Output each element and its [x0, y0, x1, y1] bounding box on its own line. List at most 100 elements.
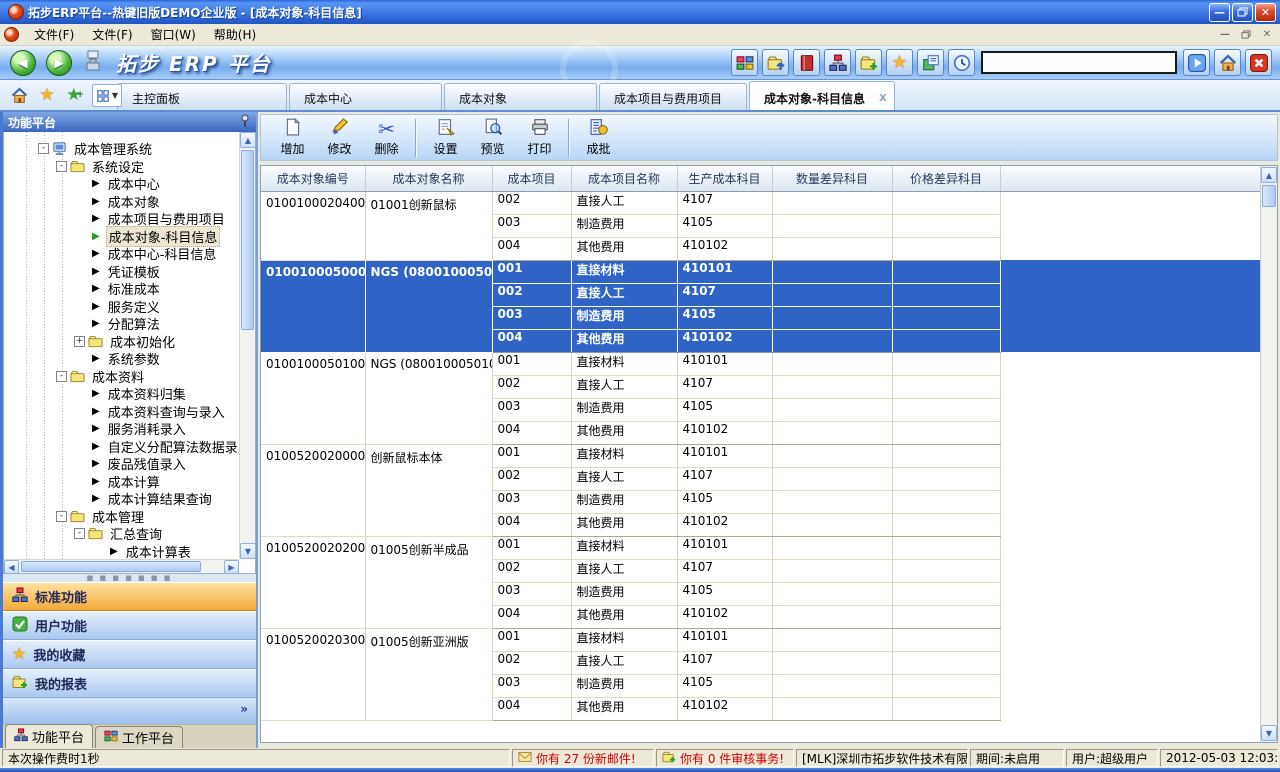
打印-button[interactable]: 打印 [516, 116, 563, 159]
grid-cell[interactable]: 003 [492, 674, 571, 697]
cost-object-name-cell[interactable]: NGS (0800100050100 ) [365, 352, 492, 444]
grid-cell[interactable]: 4107 [677, 651, 772, 674]
tree-item-废品残值录入[interactable]: ▶废品残值录入 [4, 455, 239, 473]
collapse-box-icon[interactable]: - [56, 511, 67, 522]
tab-主控面板[interactable]: 主控面板 [117, 83, 287, 110]
home-button[interactable] [1214, 49, 1241, 76]
tab-成本项目与费用项目[interactable]: 成本项目与费用项目 [599, 83, 747, 110]
设置-button[interactable]: 设置 [422, 116, 469, 159]
grid-scroll-down-icon[interactable]: ▼ [1261, 725, 1277, 741]
scroll-down-icon[interactable]: ▼ [240, 543, 256, 559]
column-header[interactable]: 成本项目名称 [571, 166, 677, 191]
grid-cell[interactable]: 001 [492, 536, 571, 559]
删除-button[interactable]: ✂删除 [363, 116, 410, 159]
grid-cell[interactable] [892, 260, 1000, 283]
tree-scroll-thumb[interactable] [241, 150, 254, 330]
grid-cell[interactable] [772, 375, 892, 398]
close-button[interactable]: ✕ [1255, 3, 1276, 22]
grid-cell[interactable]: 410101 [677, 260, 772, 283]
tree-item-成本资料[interactable]: -成本资料 [4, 368, 239, 386]
grid-cell[interactable]: 410101 [677, 628, 772, 651]
cost-object-code-cell[interactable]: 0100520020000 [261, 444, 365, 536]
grid-cell[interactable]: 直接材料 [571, 260, 677, 283]
scroll-right-icon[interactable]: ▶ [224, 560, 239, 574]
grid-cell[interactable]: 002 [492, 283, 571, 306]
grid-cell[interactable]: 410101 [677, 444, 772, 467]
grid-cell[interactable]: 002 [492, 467, 571, 490]
grid-cell[interactable]: 002 [492, 651, 571, 674]
column-header[interactable]: 成本对象编号 [261, 166, 365, 191]
tree-item-成本计算表[interactable]: ▶成本计算表 [4, 543, 239, 560]
panel-用户功能[interactable]: 用户功能 [3, 611, 256, 640]
tab-成本对象[interactable]: 成本对象 [444, 83, 597, 110]
grid-cell[interactable] [772, 628, 892, 651]
grid-scroll-thumb[interactable] [1262, 185, 1276, 207]
tree-item-成本对象[interactable]: ▶成本对象 [4, 193, 239, 211]
grid-cell[interactable]: 直接材料 [571, 628, 677, 651]
modules-icon[interactable] [731, 49, 758, 76]
collapse-box-icon[interactable]: - [38, 143, 49, 154]
预览-button[interactable]: 预览 [469, 116, 516, 159]
grid-cell[interactable] [772, 260, 892, 283]
cost-object-name-cell[interactable]: 01001创新鼠标 [365, 191, 492, 260]
tree-item-服务定义[interactable]: ▶服务定义 [4, 298, 239, 316]
tree-item-成本计算[interactable]: ▶成本计算 [4, 473, 239, 491]
bottom-tab-工作平台[interactable]: 工作平台 [95, 726, 183, 748]
column-header[interactable]: 成本对象名称 [365, 166, 492, 191]
menu-item[interactable]: 窗口(W) [142, 26, 205, 44]
grid-cell[interactable]: 004 [492, 697, 571, 720]
grid-cell[interactable]: 其他费用 [571, 697, 677, 720]
grid-cell[interactable]: 直接材料 [571, 444, 677, 467]
cost-object-name-cell[interactable]: 01005创新半成品 [365, 536, 492, 628]
grid-cell[interactable] [772, 605, 892, 628]
grid-cell[interactable]: 其他费用 [571, 237, 677, 260]
成批-button[interactable]: 成批 [575, 116, 622, 159]
grid-cell[interactable]: 003 [492, 306, 571, 329]
修改-button[interactable]: 修改 [316, 116, 363, 159]
grid-cell[interactable] [772, 559, 892, 582]
grid-cell[interactable]: 直接材料 [571, 352, 677, 375]
tree-horizontal-scrollbar[interactable]: ◀ ▶ [4, 559, 239, 573]
grid-cell[interactable] [772, 329, 892, 352]
grid-cell[interactable] [772, 283, 892, 306]
mdi-close-button[interactable]: ✕ [1258, 27, 1276, 42]
grid-cell[interactable] [892, 352, 1000, 375]
forward-button[interactable]: ▶ [46, 50, 72, 76]
grid-cell[interactable]: 4107 [677, 559, 772, 582]
grid-cell[interactable] [892, 490, 1000, 513]
grid-cell[interactable]: 其他费用 [571, 421, 677, 444]
tree-item-自定义分配算法数据录入[interactable]: ▶自定义分配算法数据录入 [4, 438, 239, 456]
collapse-box-icon[interactable]: - [56, 161, 67, 172]
grid-cell[interactable]: 001 [492, 260, 571, 283]
grid-cell[interactable]: 直接人工 [571, 559, 677, 582]
增加-button[interactable]: 增加 [269, 116, 316, 159]
grid-cell[interactable] [892, 674, 1000, 697]
collapse-box-icon[interactable]: - [56, 371, 67, 382]
grid-cell[interactable] [892, 191, 1000, 214]
tree-item-服务消耗录入[interactable]: ▶服务消耗录入 [4, 420, 239, 438]
grid-cell[interactable] [772, 191, 892, 214]
grid-cell[interactable] [892, 513, 1000, 536]
grid-cell[interactable] [772, 582, 892, 605]
grid-cell[interactable] [892, 467, 1000, 490]
cost-object-code-cell[interactable]: 0100100050000 [261, 260, 365, 352]
grid-cell[interactable]: 004 [492, 237, 571, 260]
back-button[interactable]: ◀ [10, 50, 36, 76]
panel-我的收藏[interactable]: ★我的收藏 [3, 640, 256, 669]
grid-cell[interactable]: 4105 [677, 398, 772, 421]
grid-cell[interactable]: 410101 [677, 536, 772, 559]
grid-cell[interactable]: 004 [492, 513, 571, 536]
cost-object-name-cell[interactable]: 01005创新亚洲版 [365, 628, 492, 720]
grid-cell[interactable]: 410102 [677, 421, 772, 444]
tab-list-dropdown-button[interactable]: ▼ [92, 84, 122, 107]
grid-cell[interactable] [772, 306, 892, 329]
tree-item-成本初始化[interactable]: +成本初始化 [4, 333, 239, 351]
grid-cell[interactable]: 直接人工 [571, 651, 677, 674]
grid-cell[interactable]: 4105 [677, 582, 772, 605]
grid-cell[interactable]: 直接材料 [571, 536, 677, 559]
tree-item-成本对象-科目信息[interactable]: ▶成本对象-科目信息 [4, 228, 239, 246]
tree-item-成本资料查询与录入[interactable]: ▶成本资料查询与录入 [4, 403, 239, 421]
grid-scroll-up-icon[interactable]: ▲ [1261, 167, 1277, 183]
clock-icon[interactable] [948, 49, 975, 76]
grid-cell[interactable]: 003 [492, 582, 571, 605]
